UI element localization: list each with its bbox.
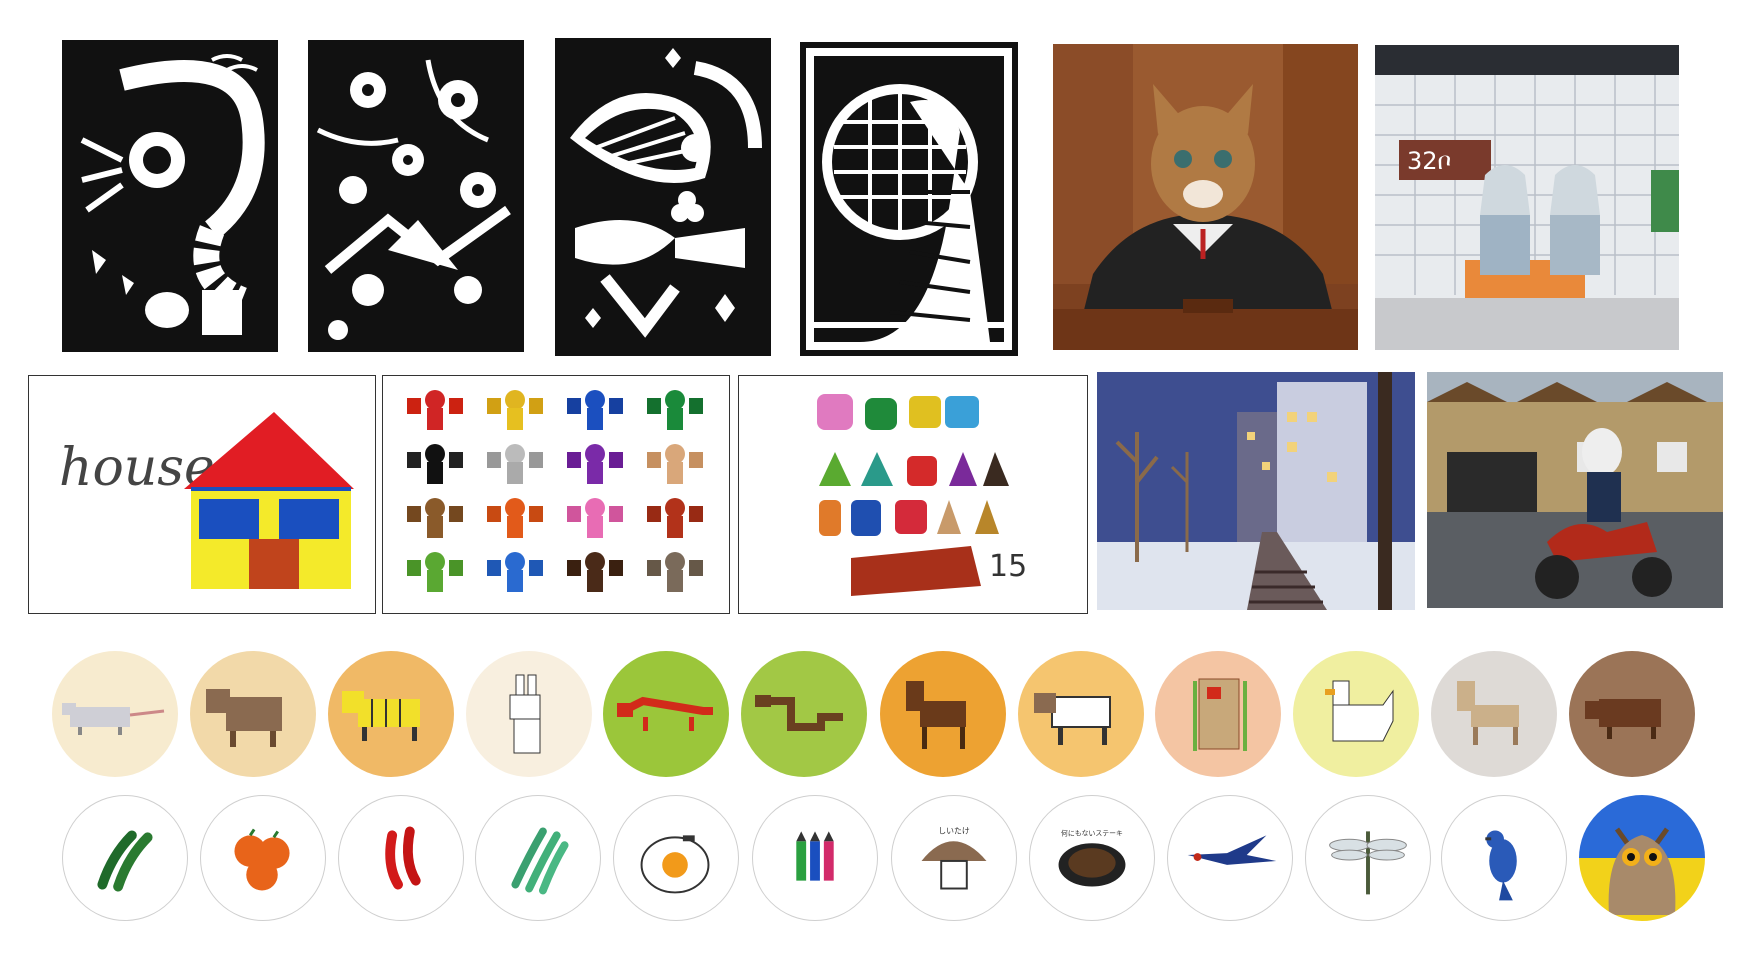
rabbit-icon — [509, 674, 541, 754]
horse-icon — [906, 681, 966, 749]
papercut-blossom-art — [308, 40, 524, 352]
zodiac-sticker-rat[interactable] — [52, 651, 178, 777]
sheep-icon — [1034, 693, 1111, 745]
ox-icon — [206, 689, 282, 747]
sticker-fried-egg[interactable] — [613, 795, 739, 921]
sticker-cucumbers[interactable] — [62, 795, 188, 921]
papercut-panel-kimono[interactable] — [800, 42, 1018, 356]
fried-egg-icon — [640, 835, 710, 894]
zodiac-sticker-horse[interactable] — [880, 651, 1006, 777]
cat-judge-art — [1053, 44, 1358, 350]
crayon-icon — [796, 831, 834, 881]
drawing-shapes-count[interactable]: 15 — [738, 375, 1088, 614]
mushroom-caption: しいたけ — [938, 826, 970, 835]
mushroom-icon: しいたけ — [921, 826, 987, 890]
dragonfly-icon — [1329, 831, 1407, 895]
sticker-mushroom[interactable]: しいたけ — [891, 795, 1017, 921]
green-bean-icon — [511, 827, 569, 895]
zodiac-sticker-dog[interactable] — [1431, 651, 1557, 777]
zodiac-sticker-dragon[interactable] — [603, 651, 729, 777]
zodiac-sticker-rooster[interactable] — [1293, 651, 1419, 777]
steak-icon: 何にもないステーキ — [1058, 828, 1126, 887]
papercut-monkey-art — [62, 40, 278, 352]
shapes-count-art: 15 — [817, 394, 1027, 596]
chili-pepper-icon — [385, 826, 421, 890]
platform-sign-text: 32ቦ — [1407, 147, 1451, 175]
papercut-harvest-art — [555, 38, 771, 356]
house-drawing-art — [184, 412, 354, 589]
bluebird-icon — [1485, 830, 1517, 901]
owl-scooter-art — [1427, 372, 1723, 608]
zodiac-sticker-rabbit[interactable] — [466, 651, 592, 777]
zodiac-sticker-ox[interactable] — [190, 651, 316, 777]
dragon-icon — [617, 696, 713, 731]
steak-caption: 何にもないステーキ — [1061, 828, 1123, 837]
shark-station-art: 32ቦ — [1375, 45, 1679, 350]
winter-railway-art — [1097, 372, 1415, 610]
papercut-panel-harvest[interactable] — [555, 38, 771, 356]
sticker-dragonfly[interactable] — [1305, 795, 1431, 921]
papercut-kimono-art — [800, 42, 1018, 356]
snake-icon — [755, 695, 843, 731]
sticker-green-beans[interactable] — [475, 795, 601, 921]
sticker-oranges[interactable] — [200, 795, 326, 921]
figures-grid-art — [407, 390, 703, 592]
sticker-bluebird[interactable] — [1441, 795, 1567, 921]
orange-icon — [234, 828, 290, 891]
count-number: 15 — [989, 549, 1027, 584]
drawing-house[interactable]: house — [28, 375, 376, 614]
painting-winter-railway[interactable] — [1097, 372, 1415, 610]
monkey-icon — [1193, 678, 1247, 751]
sticker-crayons[interactable] — [752, 795, 878, 921]
zodiac-sticker-monkey[interactable] — [1155, 651, 1281, 777]
tiger-icon — [342, 691, 420, 741]
sticker-steak[interactable]: 何にもないステーキ — [1029, 795, 1155, 921]
papercut-panel-blossom[interactable] — [308, 40, 524, 352]
painting-owl-scooter[interactable] — [1427, 372, 1723, 608]
zodiac-sticker-sheep[interactable] — [1018, 651, 1144, 777]
swallow-icon — [1187, 835, 1277, 865]
sticker-chili-peppers[interactable] — [338, 795, 464, 921]
zodiac-sticker-boar[interactable] — [1569, 651, 1695, 777]
cucumber-icon — [97, 830, 153, 892]
dog-icon — [1457, 681, 1519, 745]
boar-icon — [1585, 699, 1661, 739]
zodiac-sticker-snake[interactable] — [741, 651, 867, 777]
rat-icon — [62, 703, 165, 735]
owl-icon — [1579, 795, 1705, 921]
sticker-swallow[interactable] — [1167, 795, 1293, 921]
drawing-figures-grid[interactable] — [382, 375, 730, 614]
papercut-panel-monkey[interactable] — [62, 40, 278, 352]
zodiac-sticker-tiger[interactable] — [328, 651, 454, 777]
rooster-icon — [1325, 680, 1394, 742]
painting-shark-station[interactable]: 32ቦ — [1375, 45, 1679, 350]
sticker-owl-ukraine[interactable] — [1579, 795, 1705, 921]
painting-cat-judge[interactable] — [1053, 44, 1358, 350]
